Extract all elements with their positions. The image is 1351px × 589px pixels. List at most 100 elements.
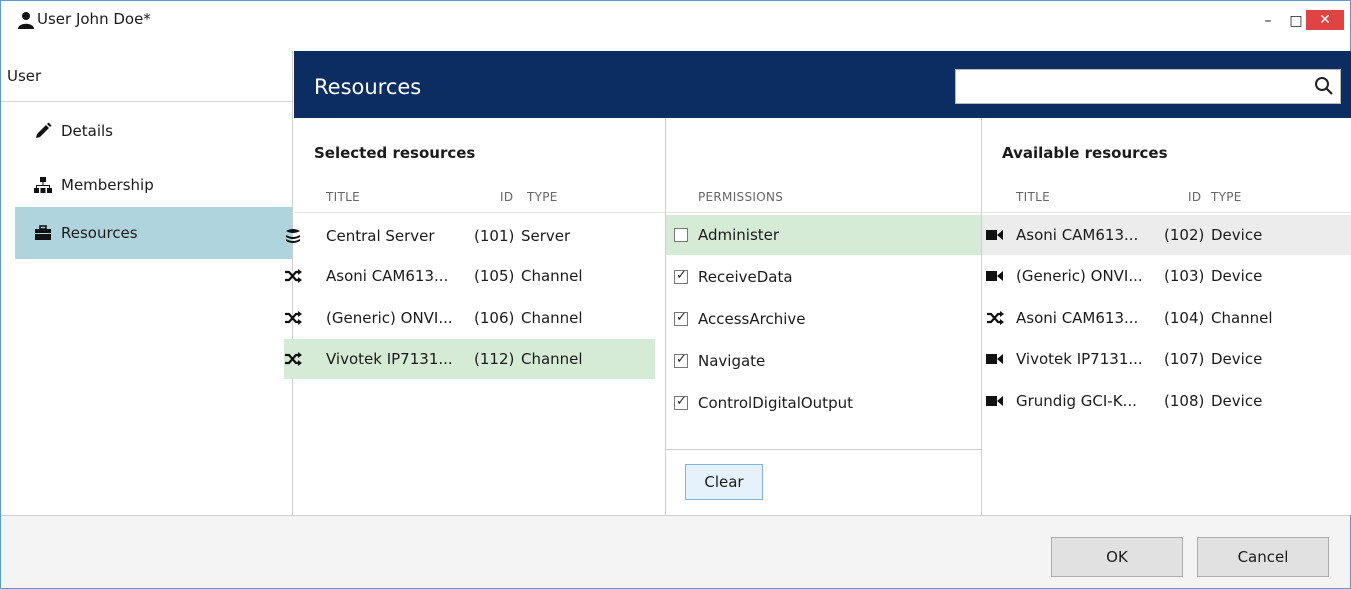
resource-id: (112) [474, 350, 515, 368]
checkmark-icon: ✓ [676, 352, 687, 367]
resource-title: Asoni CAM613... [1016, 309, 1139, 327]
shuffle-icon [986, 310, 1004, 326]
column-header-divider [666, 212, 981, 213]
permission-checkbox[interactable] [674, 228, 688, 242]
checkmark-icon: ✓ [676, 394, 687, 409]
resource-title: (Generic) ONVI... [1016, 267, 1143, 285]
resource-type: Channel [521, 267, 583, 285]
permission-item-navigate[interactable]: ✓ Navigate [666, 341, 981, 381]
column-header-divider [982, 212, 1351, 213]
resource-id: (101) [474, 227, 515, 245]
column-header-type[interactable]: TYPE [527, 190, 558, 204]
window-title: User John Doe* [37, 10, 151, 28]
permission-item-receivedata[interactable]: ✓ ReceiveData [666, 257, 981, 297]
checkmark-icon: ✓ [676, 310, 687, 325]
resource-type: Channel [521, 309, 583, 327]
resource-type: Device [1211, 350, 1263, 368]
shuffle-icon [284, 310, 302, 326]
resource-type: Server [521, 227, 571, 245]
clear-button[interactable]: Clear [685, 464, 763, 500]
shuffle-icon [284, 268, 302, 284]
table-row[interactable]: Asoni CAM613... (104) Channel [982, 298, 1351, 338]
checkmark-icon: ✓ [676, 268, 687, 283]
column-header-id[interactable]: ID [1188, 190, 1201, 204]
table-row[interactable]: Asoni CAM613... (105) Channel [285, 256, 665, 296]
table-row[interactable]: (Generic) ONVI... (106) Channel [285, 298, 665, 338]
permission-item-controldigitaloutput[interactable]: ✓ ControlDigitalOutput [666, 383, 981, 423]
resource-type: Channel [1211, 309, 1273, 327]
sidebar-item-details[interactable]: Details [15, 105, 292, 157]
permission-checkbox-checked[interactable]: ✓ [674, 352, 688, 368]
resource-id: (106) [474, 309, 515, 327]
resource-id: (108) [1164, 392, 1205, 410]
permission-label: AccessArchive [698, 310, 806, 328]
table-row[interactable]: (Generic) ONVI... (103) Device [982, 256, 1351, 296]
column-header-type[interactable]: TYPE [1211, 190, 1242, 204]
shuffle-icon [284, 351, 302, 367]
minimize-button[interactable]: – [1253, 10, 1283, 32]
permission-label: Navigate [698, 352, 766, 370]
resource-title: Asoni CAM613... [326, 267, 449, 285]
camera-icon [986, 227, 1004, 243]
resource-title: Vivotek IP7131... [1016, 350, 1143, 368]
camera-icon [986, 393, 1004, 409]
permissions-panel: PERMISSIONS Administer ✓ ReceiveData ✓ A… [666, 118, 982, 515]
resource-type: Channel [521, 350, 583, 368]
user-icon [18, 12, 34, 29]
hierarchy-icon [33, 176, 53, 194]
resource-id: (107) [1164, 350, 1205, 368]
resources-header: Resources [294, 51, 1351, 118]
sidebar-item-label: Details [61, 122, 114, 140]
permission-label: ReceiveData [698, 268, 793, 286]
sidebar-item-resources[interactable]: Resources [15, 207, 292, 259]
resource-id: (105) [474, 267, 515, 285]
resource-type: Device [1211, 392, 1263, 410]
search-box[interactable] [955, 69, 1341, 104]
sidebar-item-label: Membership [61, 176, 154, 194]
column-header-id[interactable]: ID [500, 190, 513, 204]
column-header-permissions: PERMISSIONS [698, 190, 784, 204]
pencil-icon [33, 122, 53, 140]
resource-title: Vivotek IP7131... [326, 350, 453, 368]
permission-checkbox-checked[interactable]: ✓ [674, 394, 688, 410]
resource-title: (Generic) ONVI... [326, 309, 453, 327]
selected-resources-panel: Selected resources TITLE ID TYPE Central… [284, 118, 666, 515]
search-icon[interactable] [1314, 76, 1334, 96]
page-title: Resources [314, 75, 422, 99]
resource-title: Asoni CAM613... [1016, 226, 1139, 244]
permission-label: ControlDigitalOutput [698, 394, 853, 412]
column-header-title[interactable]: TITLE [326, 190, 360, 204]
permissions-divider [666, 449, 981, 450]
cancel-button[interactable]: Cancel [1197, 537, 1329, 577]
user-dialog-window: User John Doe* – □ ✕ User Details Member… [0, 0, 1351, 589]
permission-checkbox-checked[interactable]: ✓ [674, 268, 688, 284]
column-header-title[interactable]: TITLE [1016, 190, 1050, 204]
sidebar-item-label: Resources [61, 224, 138, 242]
available-resources-title: Available resources [1002, 144, 1168, 162]
server-stack-icon [284, 228, 302, 244]
permission-label: Administer [698, 226, 780, 244]
permission-checkbox-checked[interactable]: ✓ [674, 310, 688, 326]
dialog-footer: OK Cancel [1, 515, 1350, 588]
table-row[interactable]: Central Server (101) Server [286, 216, 665, 256]
permission-item-accessarchive[interactable]: ✓ AccessArchive [666, 299, 981, 339]
table-row-selected[interactable]: Vivotek IP7131... (112) Channel [284, 339, 655, 379]
table-row[interactable]: Vivotek IP7131... (107) Device [982, 339, 1351, 379]
resource-title: Grundig GCI-K... [1016, 392, 1137, 410]
resource-type: Device [1211, 267, 1263, 285]
camera-icon [986, 351, 1004, 367]
table-row[interactable]: Grundig GCI-K... (108) Device [982, 381, 1351, 421]
resource-title: Central Server [326, 227, 435, 245]
permission-item-administer[interactable]: Administer [666, 215, 981, 255]
resource-id: (103) [1164, 267, 1205, 285]
selected-resources-title: Selected resources [314, 144, 476, 162]
briefcase-icon [33, 224, 53, 242]
sidebar-item-membership[interactable]: Membership [15, 159, 292, 211]
close-button[interactable]: ✕ [1306, 10, 1344, 30]
table-row[interactable]: Asoni CAM613... (102) Device [982, 215, 1351, 255]
ok-button[interactable]: OK [1051, 537, 1183, 577]
search-input[interactable] [960, 74, 1300, 99]
column-header-divider [294, 212, 665, 213]
camera-icon [986, 268, 1004, 284]
title-bar: User John Doe* – □ ✕ [1, 1, 1350, 39]
